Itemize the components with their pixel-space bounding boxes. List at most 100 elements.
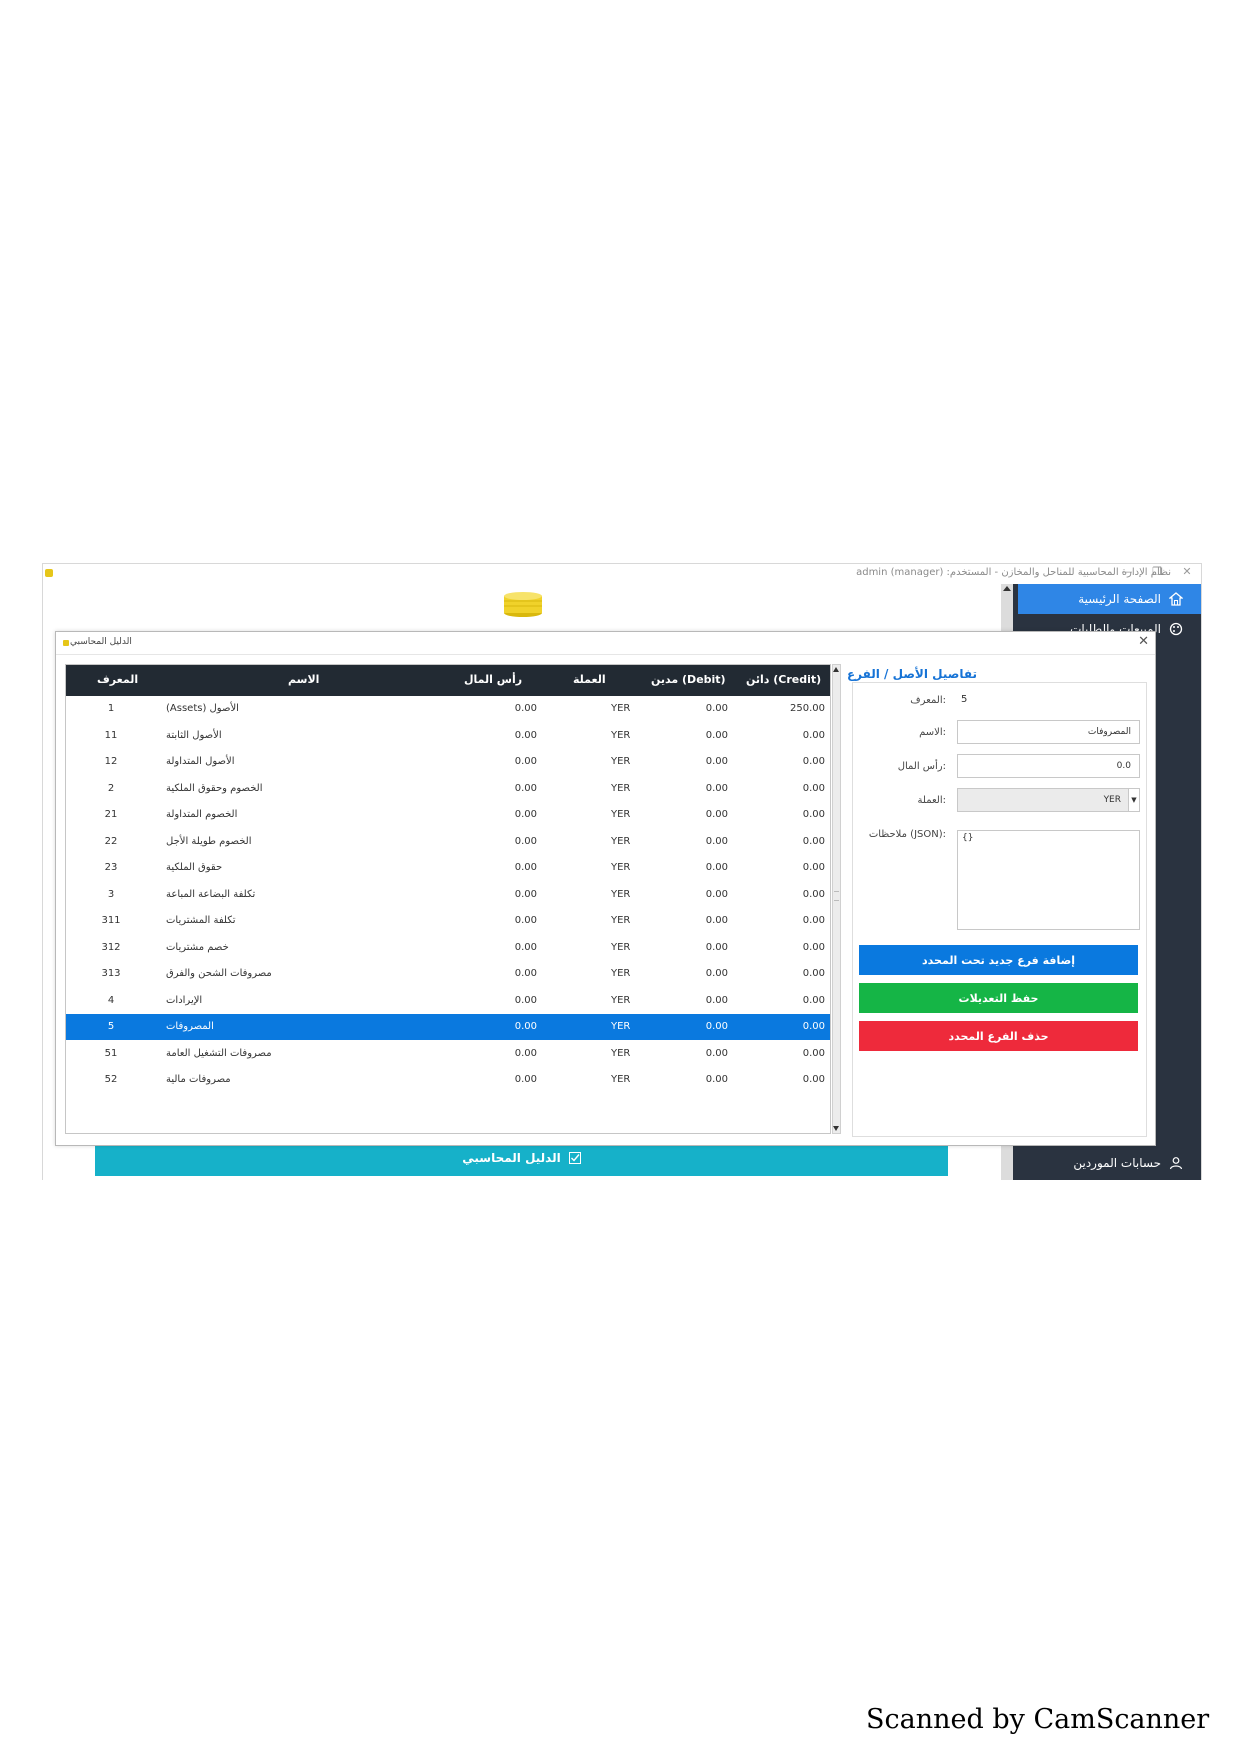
accounts-table: المعرف الاسم رأس المال العملة مدين (Debi… — [65, 664, 831, 1134]
row-currency: YER — [611, 703, 631, 714]
row-id: 21 — [104, 809, 118, 820]
column-header-name[interactable]: الاسم — [288, 673, 319, 686]
table-row[interactable]: 11 الأصول الثابتة 0.00 YER 0.00 0.00 — [66, 723, 830, 749]
row-id: 311 — [101, 915, 121, 926]
row-capital: 0.00 — [514, 941, 537, 953]
row-name: الخصوم وحقوق الملكية — [166, 782, 263, 794]
row-debit: 0.00 — [705, 703, 728, 714]
table-row[interactable]: 4 الإيرادات 0.00 YER 0.00 0.00 — [66, 988, 830, 1014]
row-debit: 0.00 — [705, 835, 728, 847]
row-credit: 0.00 — [802, 782, 825, 794]
row-capital: 0.00 — [514, 1021, 537, 1032]
row-capital: 0.00 — [514, 809, 537, 820]
table-row[interactable]: 311 تكلفة المشتريات 0.00 YER 0.00 0.00 — [66, 908, 830, 934]
row-credit: 0.00 — [802, 1021, 825, 1032]
scroll-up-arrow-icon[interactable] — [1003, 586, 1011, 591]
row-name: الإيرادات — [166, 994, 203, 1006]
sidebar-item-suppliers[interactable]: حسابات الموردين — [1018, 1148, 1201, 1178]
home-icon — [1169, 592, 1183, 606]
row-name: تكلفة البضاعة المباعة — [166, 888, 256, 900]
row-currency: YER — [611, 888, 631, 900]
name-label: الاسم: — [919, 727, 946, 738]
scroll-thumb-grip-icon[interactable] — [834, 891, 839, 901]
row-name: الأصول الثابتة — [166, 729, 222, 741]
table-row[interactable]: 312 خصم مشتريات 0.00 YER 0.00 0.00 — [66, 935, 830, 961]
row-currency: YER — [611, 756, 631, 767]
row-credit: 0.00 — [802, 862, 825, 873]
table-row[interactable]: 51 مصروفات التشغيل العامة 0.00 YER 0.00 0.00 — [66, 1041, 830, 1067]
table-scrollbar[interactable] — [832, 664, 841, 1134]
row-credit: 0.00 — [802, 968, 825, 979]
row-id: 2 — [107, 782, 115, 794]
notes-label: ملاحظات (JSON): — [868, 829, 946, 840]
row-credit: 0.00 — [802, 1047, 825, 1059]
row-currency: YER — [611, 941, 631, 953]
sidebar-item-home[interactable]: الصفحة الرئيسية — [1018, 584, 1201, 614]
capital-input[interactable]: 0.0 — [957, 754, 1140, 778]
row-debit: 0.00 — [705, 1047, 728, 1059]
table-row[interactable]: 313 مصروفات الشحن والفرق 0.00 YER 0.00 0.00 — [66, 961, 830, 987]
table-row[interactable]: 22 الخصوم طويلة الأجل 0.00 YER 0.00 0.00 — [66, 829, 830, 855]
currency-select[interactable]: YER ▼ — [957, 788, 1140, 812]
add-branch-button[interactable]: إضافة فرع جديد تحت المحدد — [859, 945, 1138, 975]
row-currency: YER — [611, 915, 631, 926]
name-input[interactable]: المصروفات — [957, 720, 1140, 744]
table-row[interactable]: 2 الخصوم وحقوق الملكية 0.00 YER 0.00 0.00 — [66, 776, 830, 802]
maximize-button[interactable]: ❐ — [1145, 565, 1169, 578]
dialog-app-icon — [63, 640, 69, 646]
user-icon — [1169, 1157, 1183, 1170]
row-debit: 0.00 — [705, 1021, 728, 1032]
row-debit: 0.00 — [705, 782, 728, 794]
table-row[interactable]: 1 الأصول (Assets) 0.00 YER 0.00 250.00 — [66, 696, 830, 722]
table-row[interactable]: 23 حقوق الملكية 0.00 YER 0.00 0.00 — [66, 855, 830, 881]
notes-textarea[interactable]: {} — [957, 830, 1140, 930]
table-row[interactable]: 3 تكلفة البضاعة المباعة 0.00 YER 0.00 0.00 — [66, 882, 830, 908]
row-id: 23 — [104, 862, 118, 873]
row-credit: 250.00 — [790, 703, 825, 714]
row-name: مصروفات مالية — [166, 1074, 231, 1085]
save-changes-button[interactable]: حفظ التعديلات — [859, 983, 1138, 1013]
window-close-button[interactable]: ✕ — [1175, 565, 1199, 578]
row-capital: 0.00 — [514, 1047, 537, 1059]
table-header: المعرف الاسم رأس المال العملة مدين (Debi… — [66, 665, 830, 696]
column-header-id[interactable]: المعرف — [97, 673, 138, 686]
table-row[interactable]: 52 مصروفات مالية 0.00 YER 0.00 0.00 — [66, 1067, 830, 1093]
column-header-credit[interactable]: دائن (Credit) — [746, 673, 821, 686]
row-capital: 0.00 — [514, 915, 537, 926]
row-capital: 0.00 — [514, 1074, 537, 1085]
dropdown-arrow-icon[interactable]: ▼ — [1128, 789, 1139, 811]
row-name: خصم مشتريات — [166, 941, 229, 953]
table-row[interactable]: 12 الأصول المتداولة 0.00 YER 0.00 0.00 — [66, 749, 830, 775]
checkbox-icon — [568, 1152, 581, 1164]
row-credit: 0.00 — [802, 915, 825, 926]
minimize-button[interactable]: — — [1115, 565, 1139, 578]
row-credit: 0.00 — [802, 756, 825, 767]
row-capital: 0.00 — [514, 729, 537, 741]
details-panel: المعرف: 5 الاسم: المصروفات رأس المال: 0.… — [852, 682, 1147, 1137]
delete-branch-button[interactable]: حذف الفرع المحدد — [859, 1021, 1138, 1051]
row-id: 11 — [104, 729, 118, 741]
row-currency: YER — [611, 862, 631, 873]
row-credit: 0.00 — [802, 941, 825, 953]
row-name: حقوق الملكية — [166, 862, 223, 873]
row-name: الخصوم طويلة الأجل — [166, 835, 252, 847]
row-debit: 0.00 — [705, 941, 728, 953]
column-header-currency[interactable]: العملة — [573, 673, 606, 686]
notes-value: {} — [962, 833, 974, 843]
row-currency: YER — [611, 782, 631, 794]
table-row[interactable]: 21 الخصوم المتداولة 0.00 YER 0.00 0.00 — [66, 802, 830, 828]
dialog-close-button[interactable]: ✕ — [1138, 634, 1149, 649]
scroll-up-arrow-icon[interactable] — [833, 667, 839, 672]
row-debit: 0.00 — [705, 756, 728, 767]
row-name: الأصول (Assets) — [166, 703, 239, 714]
row-credit: 0.00 — [802, 994, 825, 1006]
table-row[interactable]: 5 المصروفات 0.00 YER 0.00 0.00 — [66, 1014, 830, 1040]
row-name: الأصول المتداولة — [166, 756, 235, 767]
row-id: 312 — [101, 941, 121, 953]
row-id: 313 — [101, 968, 121, 979]
column-header-debit[interactable]: مدين (Debit) — [651, 673, 726, 686]
chart-of-accounts-dialog: الدليل المحاسبي ✕ المعرف الاسم رأس المال… — [55, 631, 1156, 1146]
column-header-capital[interactable]: رأس المال — [464, 673, 522, 686]
scroll-down-arrow-icon[interactable] — [833, 1126, 839, 1131]
row-credit: 0.00 — [802, 809, 825, 820]
